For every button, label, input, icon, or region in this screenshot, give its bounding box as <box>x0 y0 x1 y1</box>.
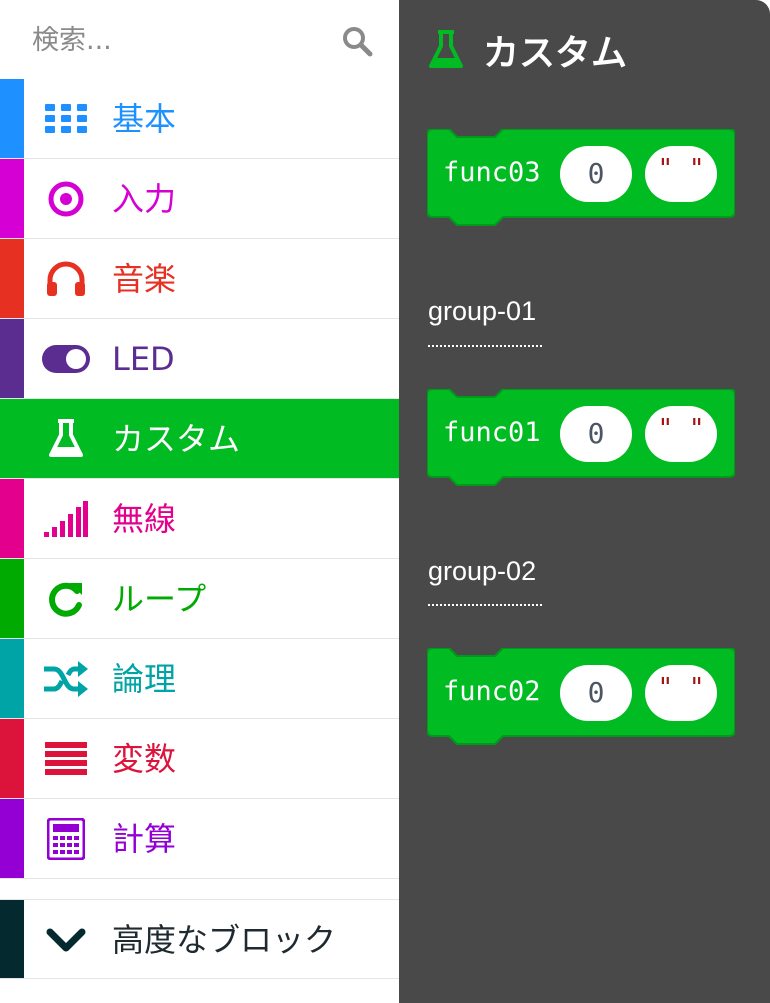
toolbox: 基本 入力 音楽 <box>0 0 399 1003</box>
search-bar <box>0 0 399 79</box>
group-label: group-02 <box>428 556 537 586</box>
search-icon[interactable] <box>340 24 374 58</box>
category-label: 入力 <box>112 180 177 218</box>
category-variables[interactable]: 変数 <box>0 719 399 799</box>
category-radio[interactable]: 無線 <box>0 479 399 559</box>
category-label: 変数 <box>112 740 177 778</box>
number-input[interactable]: 0 <box>560 665 632 721</box>
shuffle-icon <box>42 659 90 699</box>
string-input[interactable]: " " <box>645 665 717 721</box>
group-label: group-01 <box>428 296 537 326</box>
block-func01[interactable]: func01 0 " " <box>427 389 735 493</box>
category-logic[interactable]: 論理 <box>0 639 399 719</box>
block-function-name: func03 <box>443 157 541 188</box>
flyout-title: カスタム <box>429 26 627 74</box>
category-basic[interactable]: 基本 <box>0 79 399 159</box>
advanced-blocks-toggle[interactable]: 高度なブロック <box>0 899 399 979</box>
category-label: 音楽 <box>112 260 177 298</box>
category-list: 基本 入力 音楽 LED カスタム 無線 ループ 論理 変数 計算 <box>0 79 399 879</box>
category-color-stripe <box>0 900 24 978</box>
headphones-icon <box>42 259 90 299</box>
category-custom[interactable]: カスタム <box>0 399 399 479</box>
advanced-blocks-label: 高度なブロック <box>112 921 337 959</box>
string-input[interactable]: " " <box>645 146 717 202</box>
flask-icon <box>429 30 463 68</box>
flyout-title-text: カスタム <box>483 33 628 74</box>
target-icon <box>42 179 90 219</box>
toggle-icon <box>42 339 90 379</box>
category-label: 論理 <box>112 660 177 698</box>
calculator-icon <box>42 818 90 860</box>
category-label: カスタム <box>112 420 241 458</box>
category-color-stripe <box>0 319 24 398</box>
category-color-stripe <box>0 799 24 878</box>
number-input[interactable]: 0 <box>560 406 632 462</box>
category-math[interactable]: 計算 <box>0 799 399 879</box>
category-color-stripe <box>0 719 24 798</box>
chevron-down-icon <box>46 928 86 952</box>
category-label: LED <box>112 340 175 378</box>
category-color-stripe <box>0 239 24 318</box>
group-divider <box>428 604 542 606</box>
category-color-stripe <box>0 639 24 718</box>
string-input[interactable]: " " <box>645 406 717 462</box>
category-color-stripe <box>0 559 24 638</box>
category-color-stripe <box>0 159 24 238</box>
category-label: 基本 <box>112 100 177 138</box>
category-color-stripe <box>0 479 24 558</box>
block-func02[interactable]: func02 0 " " <box>427 648 735 752</box>
category-music[interactable]: 音楽 <box>0 239 399 319</box>
category-loops[interactable]: ループ <box>0 559 399 639</box>
signal-bars-icon <box>42 499 90 539</box>
group-divider <box>428 345 542 347</box>
grid-icon <box>42 99 90 139</box>
number-input[interactable]: 0 <box>560 146 632 202</box>
category-label: 計算 <box>112 820 177 858</box>
category-color-stripe <box>0 79 24 158</box>
block-function-name: func01 <box>443 417 541 448</box>
refresh-icon <box>42 579 90 619</box>
category-input[interactable]: 入力 <box>0 159 399 239</box>
block-function-name: func02 <box>443 676 541 707</box>
block-func03[interactable]: func03 0 " " <box>427 129 735 233</box>
flask-icon <box>42 419 90 459</box>
category-led[interactable]: LED <box>0 319 399 399</box>
list-icon <box>42 739 90 779</box>
category-label: 無線 <box>112 500 177 538</box>
search-input[interactable] <box>32 18 332 62</box>
category-label: ループ <box>112 580 207 618</box>
